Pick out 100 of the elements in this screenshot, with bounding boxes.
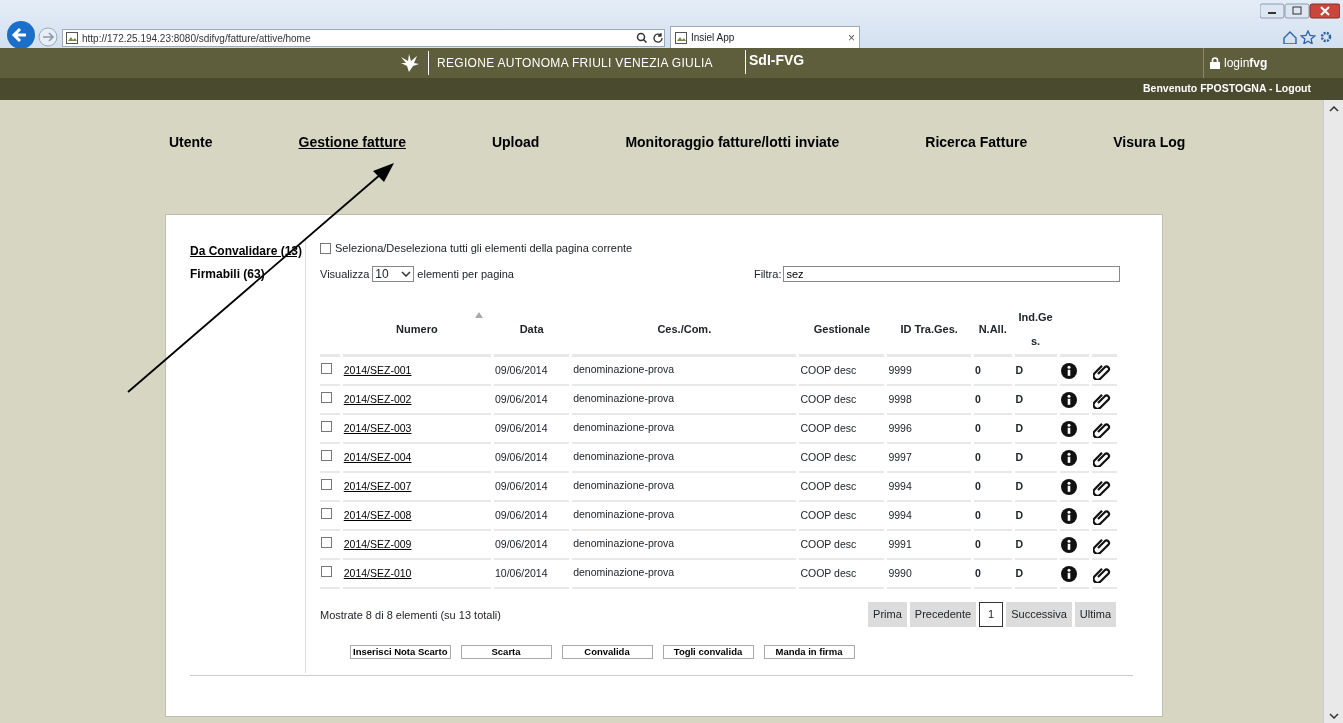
page-size-select[interactable]: 10 xyxy=(372,266,415,282)
checkbox[interactable] xyxy=(321,420,332,432)
app-title: SdI-FVG xyxy=(745,50,805,74)
action-button[interactable]: Inserisci Nota Scarto xyxy=(350,644,451,659)
welcome-text: Benvenuto FPOSTOGNA - Logout xyxy=(1143,81,1311,97)
table-cell: 0 xyxy=(974,537,981,550)
checkbox[interactable] xyxy=(321,391,332,403)
column-header[interactable]: Gestionale xyxy=(813,322,870,335)
invoice-link[interactable]: 2014/SEZ-009 xyxy=(343,537,412,550)
nav-link[interactable]: Utente xyxy=(169,132,213,150)
column-header[interactable]: Numero xyxy=(396,322,438,335)
table-cell: 09/06/2014 xyxy=(495,450,548,463)
page-button[interactable]: Precedente xyxy=(909,602,977,627)
invoice-link[interactable]: 2014/SEZ-003 xyxy=(343,421,412,434)
table-cell: 09/06/2014 xyxy=(495,537,548,550)
window-controls-icon[interactable] xyxy=(1260,3,1340,19)
invoice-link[interactable]: 2014/SEZ-004 xyxy=(343,450,412,463)
table-cell: D xyxy=(1015,421,1024,434)
action-button[interactable]: Manda in firma xyxy=(763,644,855,659)
table-cell: COOP desc xyxy=(800,566,857,579)
action-button[interactable]: Togli convalida xyxy=(662,644,754,659)
info-icon[interactable] xyxy=(1060,420,1077,437)
table-cell: COOP desc xyxy=(800,421,857,434)
table-cell: COOP desc xyxy=(800,392,857,405)
info-icon[interactable] xyxy=(1060,362,1077,379)
invoice-link[interactable]: 2014/SEZ-001 xyxy=(343,363,412,376)
invoice-link[interactable]: 2014/SEZ-007 xyxy=(343,479,412,492)
table-cell: 9999 xyxy=(888,363,912,376)
scroll-down-icon[interactable] xyxy=(1328,713,1339,719)
login-link[interactable]: loginfvg xyxy=(1224,54,1268,72)
table-cell: denominazione-prova xyxy=(573,566,675,578)
action-button[interactable]: Convalida xyxy=(561,644,653,659)
filter-label: Filtra: xyxy=(753,266,782,282)
tab-title: Insiel App xyxy=(691,31,736,45)
current-page[interactable]: 1 xyxy=(979,602,1004,627)
checkbox[interactable] xyxy=(321,565,332,577)
table-cell: 9991 xyxy=(888,537,912,550)
page-button[interactable]: Prima xyxy=(868,602,907,627)
back-icon[interactable] xyxy=(6,20,36,50)
table-cell: D xyxy=(1015,392,1024,405)
scrollbar[interactable] xyxy=(1323,100,1343,723)
page-size-label: elementi per pagina xyxy=(417,266,514,282)
table-cell: 09/06/2014 xyxy=(495,363,548,376)
scroll-up-icon[interactable] xyxy=(1328,106,1339,112)
table-cell: 09/06/2014 xyxy=(495,392,548,405)
checkbox[interactable] xyxy=(321,362,332,374)
column-header[interactable]: Ces./Com. xyxy=(657,322,712,335)
table-cell: D xyxy=(1015,566,1024,579)
nav-link[interactable]: Upload xyxy=(491,132,540,150)
checkbox[interactable] xyxy=(320,242,331,254)
info-icon[interactable] xyxy=(1060,536,1077,553)
checkbox[interactable] xyxy=(321,478,332,490)
page-button[interactable]: Ultima xyxy=(1074,602,1116,627)
column-header[interactable]: ID Tra.Ges. xyxy=(900,322,958,335)
table-cell: D xyxy=(1015,508,1024,521)
table-cell: 9990 xyxy=(888,566,912,579)
sidebar-link[interactable]: Firmabili (63) xyxy=(190,265,305,283)
browser-tab[interactable]: Insiel App × xyxy=(670,26,860,48)
table-cell: 09/06/2014 xyxy=(495,508,548,521)
nav-link[interactable]: Monitoraggio fatture/lotti inviate xyxy=(625,132,840,150)
table-cell: 10/06/2014 xyxy=(495,566,548,579)
filter-field[interactable]: sez xyxy=(783,266,1121,282)
page-button[interactable]: Successiva xyxy=(1006,602,1072,627)
table-cell: 0 xyxy=(974,566,981,579)
action-button[interactable]: Scarta xyxy=(460,644,552,659)
table-cell: denominazione-prova xyxy=(573,508,675,520)
invoice-link[interactable]: 2014/SEZ-008 xyxy=(343,508,412,521)
page-icon xyxy=(675,31,687,44)
table-cell: denominazione-prova xyxy=(573,450,675,462)
checkbox[interactable] xyxy=(321,449,332,461)
info-icon[interactable] xyxy=(1060,391,1077,408)
invoice-link[interactable]: 2014/SEZ-010 xyxy=(343,566,412,579)
table-cell: COOP desc xyxy=(800,479,857,492)
table-cell: denominazione-prova xyxy=(573,363,675,375)
table-cell: 9994 xyxy=(888,479,912,492)
tab-close-button[interactable]: × xyxy=(848,28,855,47)
info-icon[interactable] xyxy=(1060,507,1077,524)
invoice-link[interactable]: 2014/SEZ-002 xyxy=(343,392,412,405)
toolbar-icons[interactable] xyxy=(1283,30,1333,44)
column-header[interactable]: N.All. xyxy=(978,322,1007,335)
table-cell: 0 xyxy=(974,421,981,434)
table-cell: 9994 xyxy=(888,508,912,521)
checkbox[interactable] xyxy=(321,507,332,519)
table-cell: 0 xyxy=(974,508,981,521)
table-cell: 9997 xyxy=(888,450,912,463)
checkbox[interactable] xyxy=(321,536,332,548)
lock-icon xyxy=(1210,57,1220,69)
table-cell: 0 xyxy=(974,392,981,405)
info-icon[interactable] xyxy=(1060,449,1077,466)
table-cell: COOP desc xyxy=(800,363,857,376)
info-icon[interactable] xyxy=(1060,565,1077,582)
table-cell: D xyxy=(1015,537,1024,550)
region-name: REGIONE AUTONOMA FRIULI VENEZIA GIULIA xyxy=(437,55,713,72)
column-header[interactable]: Ind.Ges. xyxy=(1015,305,1056,353)
table-cell: COOP desc xyxy=(800,508,857,521)
nav-link[interactable]: Gestione fatture xyxy=(298,132,406,150)
info-icon[interactable] xyxy=(1060,478,1077,495)
nav-link[interactable]: Ricerca Fatture xyxy=(925,132,1028,150)
nav-link[interactable]: Visura Log xyxy=(1113,132,1186,150)
column-header[interactable]: Data xyxy=(519,322,544,335)
